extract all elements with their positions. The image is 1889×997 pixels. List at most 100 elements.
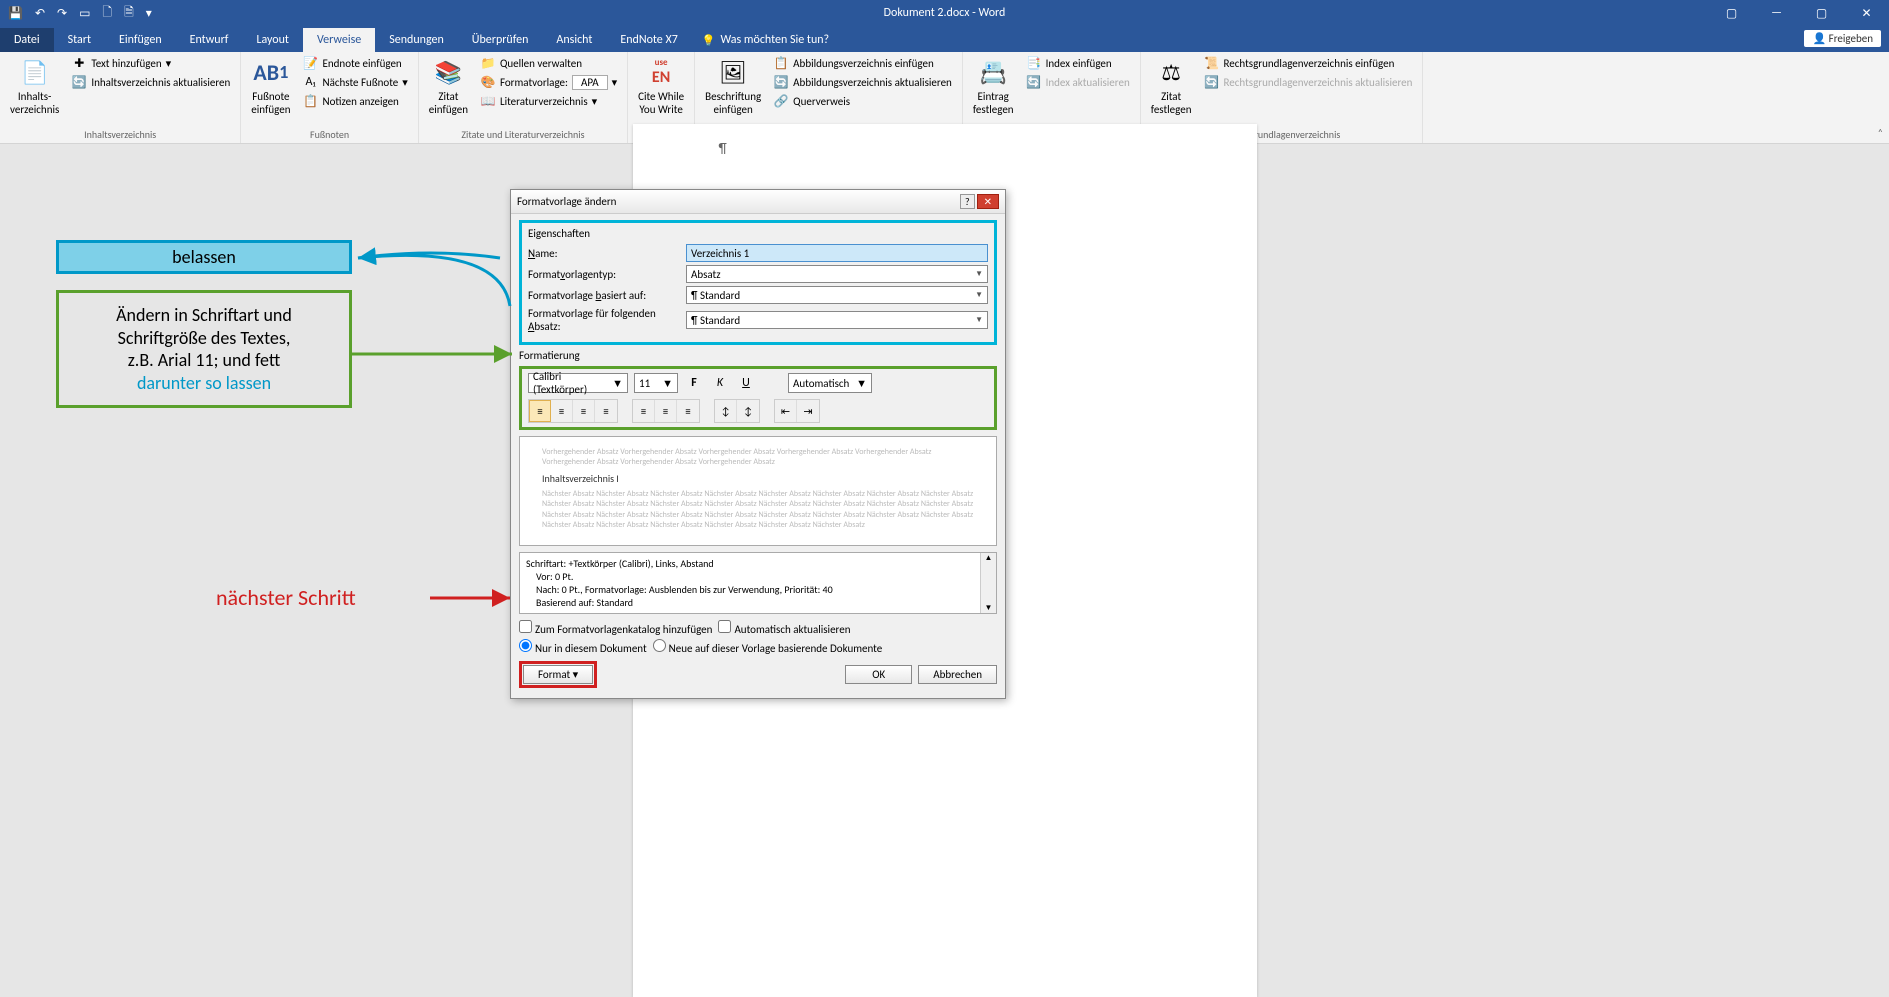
share-button[interactable]: 👤 Freigeben	[1804, 30, 1881, 47]
dialog-title: Formatvorlage ändern	[517, 195, 616, 208]
manage-sources-button[interactable]: 📁Quellen verwalten	[476, 54, 621, 72]
style-dropdown[interactable]: 🎨Formatvorlage: APA ▾	[476, 73, 621, 91]
tab-file[interactable]: Datei	[0, 28, 54, 52]
figlist-label: Abbildungsverzeichnis einfügen	[793, 57, 934, 70]
minimize-icon[interactable]: —	[1754, 2, 1799, 25]
undo-icon[interactable]: ↶	[35, 6, 45, 21]
close-icon[interactable]: ✕	[1844, 2, 1889, 25]
align-left-button[interactable]: ≡	[529, 400, 551, 422]
size-combo[interactable]: 11▼	[634, 373, 678, 393]
tab-layout[interactable]: Layout	[242, 28, 303, 52]
color-combo[interactable]: Automatisch▼	[788, 373, 872, 393]
update-icon: 🔄	[1204, 74, 1220, 90]
qat-icon[interactable]: 🗋	[102, 3, 112, 24]
mark-entry-button[interactable]: 📇Eintrag festlegen	[969, 54, 1018, 118]
toc-button[interactable]: 📄Inhalts- verzeichnis	[6, 54, 63, 118]
qat-more-icon[interactable]: ▾	[146, 6, 152, 21]
endnote-icon: 📝	[302, 55, 318, 71]
underline-button[interactable]: U	[736, 373, 756, 393]
font-combo[interactable]: Calibri (Textkörper)▼	[528, 373, 628, 393]
this-doc-radio[interactable]: Nur in diesem Dokument	[519, 639, 647, 655]
endnote-logo-icon: useEN	[645, 56, 677, 88]
name-input[interactable]	[686, 244, 988, 262]
scroll-up-icon[interactable]: ▲	[985, 553, 993, 563]
endnote-button[interactable]: 📝Endnote einfügen	[298, 54, 411, 72]
update-index-label: Index aktualisieren	[1046, 76, 1130, 89]
auto-update-checkbox[interactable]: Automatisch aktualisieren	[718, 620, 850, 636]
indent-inc-button[interactable]: ⇥	[797, 400, 819, 422]
update-index-button[interactable]: 🔄Index aktualisieren	[1022, 73, 1134, 91]
spacing-1-button[interactable]: ≡	[633, 400, 655, 422]
tab-start[interactable]: Start	[54, 28, 105, 52]
tab-endnote[interactable]: EndNote X7	[606, 28, 691, 52]
insert-index-button[interactable]: 📑Index einfügen	[1022, 54, 1134, 72]
italic-button[interactable]: K	[710, 373, 730, 393]
update-authorities-button[interactable]: 🔄 Rechtsgrundlagenverzeichnis aktualisier…	[1200, 73, 1417, 91]
desc-line: Basierend auf: Standard	[526, 596, 990, 609]
insert-authorities-button[interactable]: 📜Rechtsgrundlagenverzeichnis einfügen	[1200, 54, 1417, 72]
insert-caption-button[interactable]: 🖼Beschriftung einfügen	[701, 54, 765, 118]
sources-icon: 📁	[480, 55, 496, 71]
properties-section: Eigenschaften Name: Formatvorlagentyp:Ab…	[519, 220, 997, 345]
next-footnote-button[interactable]: A₁Nächste Fußnote ▾	[298, 73, 411, 91]
crossref-button[interactable]: 🔗Querverweis	[769, 92, 956, 110]
show-notes-button[interactable]: 📋Notizen anzeigen	[298, 92, 411, 110]
type-combo[interactable]: Absatz▼	[686, 265, 988, 283]
space-before-inc-button[interactable]: ↕	[715, 400, 737, 422]
help-icon[interactable]: ?	[960, 194, 975, 209]
tab-entwurf[interactable]: Entwurf	[176, 28, 243, 52]
scroll-down-icon[interactable]: ▼	[985, 603, 993, 613]
tab-verweise[interactable]: Verweise	[303, 28, 375, 52]
scrollbar[interactable]: ▲▼	[980, 553, 996, 613]
footnote-button[interactable]: AB1Fußnote einfügen	[247, 54, 294, 118]
cancel-button[interactable]: Abbrechen	[918, 665, 997, 684]
add-to-catalog-checkbox[interactable]: Zum Formatvorlagenkatalog hinzufügen	[519, 620, 712, 636]
redo-icon[interactable]: ↷	[57, 6, 67, 21]
spacing-2-button[interactable]: ≡	[677, 400, 699, 422]
bibliography-button[interactable]: 📖Literaturverzeichnis ▾	[476, 92, 621, 110]
update-toc-button[interactable]: 🔄Inhaltsverzeichnis aktualisieren	[67, 73, 234, 91]
ribbon-options-icon[interactable]: ▢	[1709, 2, 1754, 25]
bold-button[interactable]: F	[684, 373, 704, 393]
preview-ghost: Vorhergehender Absatz Vorhergehender Abs…	[542, 447, 974, 468]
align-justify-button[interactable]: ≡	[595, 400, 617, 422]
space-before-dec-button[interactable]: ↕	[737, 400, 759, 422]
tab-einfuegen[interactable]: Einfügen	[105, 28, 176, 52]
toc-label: Inhalts- verzeichnis	[10, 90, 59, 116]
add-text-button[interactable]: ✚Text hinzufügen ▾	[67, 54, 234, 72]
chevron-down-icon: ▼	[856, 377, 867, 390]
align-center-button[interactable]: ≡	[551, 400, 573, 422]
cite-while-write-button[interactable]: useENCite While You Write	[634, 54, 688, 118]
insert-citation-button[interactable]: 📚Zitat einfügen	[425, 54, 472, 118]
tab-sendungen[interactable]: Sendungen	[375, 28, 458, 52]
align-right-button[interactable]: ≡	[573, 400, 595, 422]
annotation-naechster: nächster Schritt	[216, 584, 356, 611]
annotation-text: darunter so lassen	[137, 372, 271, 395]
preview-ghost2: Nächster Absatz Nächster Absatz Nächster…	[542, 489, 974, 531]
update-auth-label: Rechtsgrundlagenverzeichnis aktualisiere…	[1224, 76, 1413, 89]
tell-me[interactable]: 💡Was möchten Sie tun?	[692, 28, 839, 52]
template-radio[interactable]: Neue auf dieser Vorlage basierende Dokum…	[653, 639, 883, 655]
update-figlist-button[interactable]: 🔄Abbildungsverzeichnis aktualisieren	[769, 73, 956, 91]
next-combo[interactable]: ¶ Standard▼	[686, 311, 988, 329]
collapse-ribbon-icon[interactable]: ˄	[1878, 126, 1883, 139]
qat-icon[interactable]: 🗎	[124, 3, 134, 24]
auth-icon: 📜	[1204, 55, 1220, 71]
spacing-15-button[interactable]: ≡	[655, 400, 677, 422]
qat-icon[interactable]: ▭	[79, 6, 90, 21]
save-icon[interactable]: 💾	[8, 6, 23, 21]
preview-main: Inhaltsverzeichnis I	[542, 472, 974, 485]
annotation-aendern: Ändern in Schriftart und Schriftgröße de…	[56, 290, 352, 408]
based-combo[interactable]: ¶ Standard▼	[686, 286, 988, 304]
insert-figlist-button[interactable]: 📋Abbildungsverzeichnis einfügen	[769, 54, 956, 72]
annotation-text: Schriftgröße des Textes,	[118, 327, 291, 350]
tab-ansicht[interactable]: Ansicht	[542, 28, 606, 52]
tab-ueberpruefen[interactable]: Überprüfen	[458, 28, 543, 52]
indent-dec-button[interactable]: ⇤	[775, 400, 797, 422]
window-controls: ▢ — ▢ ✕	[1709, 2, 1889, 25]
ok-button[interactable]: OK	[845, 665, 912, 684]
format-button[interactable]: Format ▾	[523, 665, 593, 684]
mark-citation-button[interactable]: ⚖Zitat festlegen	[1147, 54, 1196, 118]
maximize-icon[interactable]: ▢	[1799, 2, 1844, 25]
close-icon[interactable]: ✕	[977, 194, 999, 209]
